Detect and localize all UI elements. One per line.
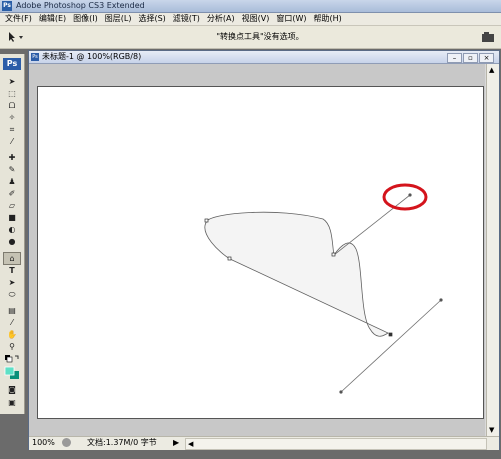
direction-handle[interactable] (339, 390, 343, 394)
eraser-icon[interactable]: ▱ (4, 200, 20, 211)
scroll-left-icon[interactable]: ◀ (188, 439, 193, 449)
notes-icon[interactable]: ▤ (4, 305, 20, 316)
toolbox: Ps ➤ ⬚ ᗝ ✧ ⌗ ⁄ ✚ ✎ ♟ ✐ ▱ ■ ◐ ● ⌂ T ➤ ⬭ ▤… (0, 54, 25, 414)
horizontal-scrollbar[interactable]: ◀ (185, 438, 487, 450)
anchor-point-selected[interactable] (388, 332, 393, 337)
menu-edit[interactable]: 编辑(E) (36, 13, 69, 25)
canvas[interactable] (37, 86, 484, 419)
anchor-point[interactable] (331, 252, 336, 257)
pen-icon[interactable]: ⌂ (3, 252, 21, 265)
canvas-drawing (204, 183, 443, 394)
move-icon[interactable]: ➤ (4, 76, 20, 87)
direction-line-upper (333, 194, 411, 256)
document-title-bar: Ps 未标题-1 @ 100%(RGB/8) – ▫ × (29, 51, 499, 64)
path-select-icon[interactable]: ➤ (4, 277, 20, 288)
anchor-point[interactable] (227, 256, 232, 261)
eyedropper-icon[interactable]: ⁄ (4, 317, 20, 328)
default-colors-icon[interactable] (4, 354, 20, 364)
brush-icon[interactable]: ✎ (4, 164, 20, 175)
zoom-field[interactable]: 100% (32, 438, 60, 448)
zoom-icon[interactable]: ⚲ (4, 341, 20, 352)
menu-select[interactable]: 选择(S) (135, 13, 168, 25)
ps-badge: Ps (3, 58, 21, 70)
history-brush-icon[interactable]: ✐ (4, 188, 20, 199)
close-button[interactable]: × (479, 53, 494, 63)
color-swatches[interactable] (4, 366, 20, 380)
highlight-circle (382, 183, 428, 211)
minimize-button[interactable]: – (447, 53, 462, 63)
quick-mask-icon[interactable]: ◙ (4, 384, 20, 395)
menu-view[interactable]: 视图(V) (239, 13, 273, 25)
document-info: 文档:1.37M/0 字节 (87, 438, 157, 447)
document-icon: Ps (31, 53, 39, 61)
menu-file[interactable]: 文件(F) (2, 13, 35, 25)
status-bar: 100% 文档:1.37M/0 字节 ▶ ◀ (29, 436, 499, 450)
menu-bar: 文件(F) 编辑(E) 图像(I) 图层(L) 选择(S) 滤镜(T) 分析(A… (0, 13, 501, 26)
menu-filter[interactable]: 滤镜(T) (170, 13, 203, 25)
magic-wand-icon[interactable]: ✧ (4, 112, 20, 123)
marquee-icon[interactable]: ⬚ (4, 88, 20, 99)
status-icon (62, 438, 71, 447)
document-window: Ps 未标题-1 @ 100%(RGB/8) – ▫ × ▲ ▼ 100% 文档… (28, 50, 500, 450)
menu-window[interactable]: 窗口(W) (273, 13, 309, 25)
slice-icon[interactable]: ⁄ (4, 136, 20, 147)
app-title: Adobe Photoshop CS3 Extended (16, 1, 145, 10)
menu-image[interactable]: 图像(I) (70, 13, 101, 25)
tool-preset-picker[interactable] (4, 30, 26, 44)
canvas-area (29, 64, 485, 436)
options-bar: "转换点工具"没有选项。 (0, 26, 501, 49)
scroll-down-icon[interactable]: ▼ (489, 426, 494, 434)
lasso-icon[interactable]: ᗝ (4, 100, 20, 111)
menu-help[interactable]: 帮助(H) (311, 13, 345, 25)
hand-icon[interactable]: ✋ (4, 329, 20, 340)
document-title: 未标题-1 @ 100%(RGB/8) (42, 52, 142, 61)
type-icon[interactable]: T (4, 265, 20, 276)
status-menu-arrow-icon[interactable]: ▶ (173, 438, 179, 447)
title-bar: Ps Adobe Photoshop CS3 Extended (0, 0, 501, 13)
workspace-icon[interactable] (481, 30, 495, 44)
convert-point-tool-icon (9, 32, 23, 42)
options-hint-text: "转换点工具"没有选项。 (216, 32, 304, 41)
menu-analysis[interactable]: 分析(A) (204, 13, 238, 25)
direction-handle[interactable] (439, 298, 443, 302)
maximize-button[interactable]: ▫ (463, 53, 478, 63)
menu-layer[interactable]: 图层(L) (102, 13, 135, 25)
scroll-up-icon[interactable]: ▲ (489, 66, 494, 74)
dodge-icon[interactable]: ● (4, 236, 20, 247)
screen-mode-icon[interactable]: ▣ (4, 397, 20, 408)
gradient-icon[interactable]: ■ (4, 212, 20, 223)
anchor-point[interactable] (204, 218, 209, 223)
vertical-scrollbar[interactable]: ▲ ▼ (486, 64, 499, 436)
bezier-shape (204, 211, 389, 337)
crop-icon[interactable]: ⌗ (4, 124, 20, 135)
healing-icon[interactable]: ✚ (4, 152, 20, 163)
direction-handle[interactable] (408, 193, 412, 197)
blur-icon[interactable]: ◐ (4, 224, 20, 235)
shape-icon[interactable]: ⬭ (4, 289, 20, 300)
stamp-icon[interactable]: ♟ (4, 176, 20, 187)
photoshop-logo-icon: Ps (2, 1, 12, 11)
